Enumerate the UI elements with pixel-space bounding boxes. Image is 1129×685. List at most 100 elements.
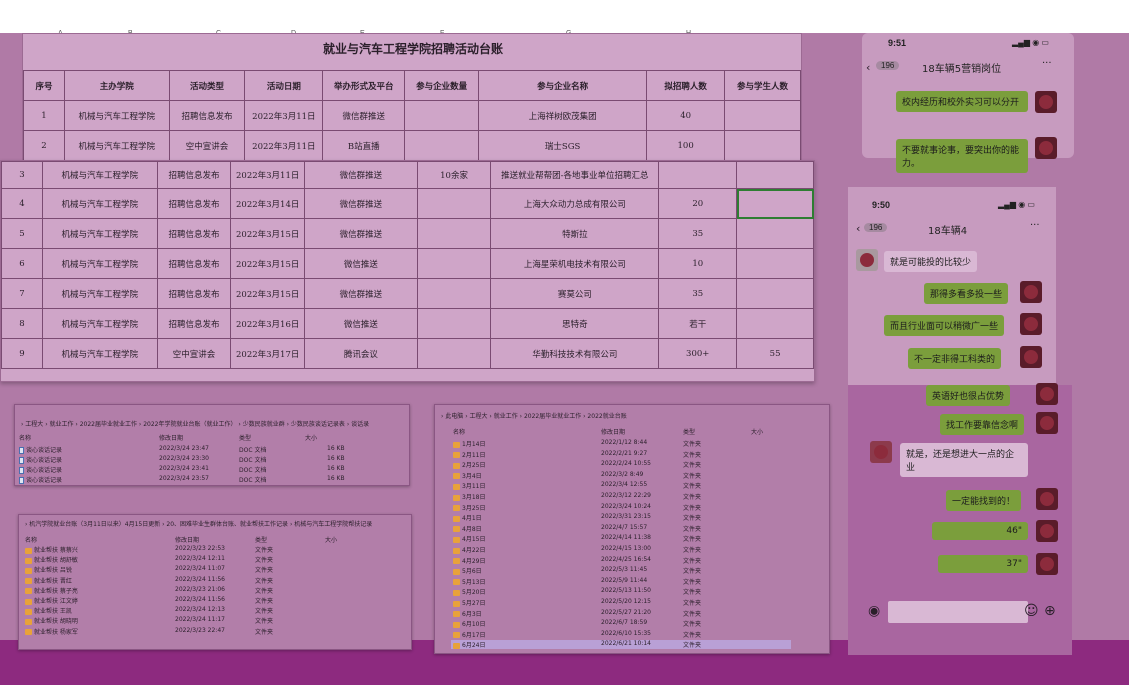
- column-header[interactable]: 大小: [325, 535, 337, 544]
- list-item[interactable]: 3月25日 2022/3/24 10:24 文件夹: [451, 503, 791, 512]
- list-item[interactable]: 就业帮扶 蔡蔡兴 2022/3/23 22:53 文件夹: [25, 545, 405, 554]
- list-item[interactable]: 4月29日 2022/4/25 16:54 文件夹: [451, 556, 791, 565]
- cell[interactable]: 空中宣讲会: [156, 338, 232, 369]
- list-item[interactable]: 3月4日 2022/3/2 8:49 文件夹: [451, 471, 791, 480]
- list-item[interactable]: 5月6日 2022/5/3 11:45 文件夹: [451, 566, 791, 575]
- cell[interactable]: 2022年3月11日: [230, 161, 306, 189]
- back-chevron-icon[interactable]: ‹: [856, 222, 860, 235]
- cell[interactable]: 6: [1, 248, 43, 279]
- list-item[interactable]: 3月11日 2022/3/4 12:55 文件夹: [451, 481, 791, 490]
- cell[interactable]: 2022年3月17日: [230, 338, 306, 369]
- cell[interactable]: 10: [658, 248, 738, 279]
- back-count-badge[interactable]: 196: [864, 223, 888, 232]
- cell[interactable]: 2022年3月14日: [230, 188, 306, 219]
- cell[interactable]: 上海祥树欧茂集团: [478, 100, 648, 131]
- cell[interactable]: 微信群推送: [322, 100, 406, 131]
- back-chevron-icon[interactable]: ‹: [866, 61, 870, 74]
- cell[interactable]: 机械与汽车工程学院: [41, 308, 158, 339]
- cell[interactable]: 机械与汽车工程学院: [41, 188, 158, 219]
- list-item[interactable]: 6月3日 2022/5/27 21:20 文件夹: [451, 609, 791, 618]
- list-item[interactable]: 2月25日 2022/2/24 10:55 文件夹: [451, 460, 791, 469]
- cell[interactable]: 8: [1, 308, 43, 339]
- list-item[interactable]: 就业帮扶 蔡子亮 2022/3/23 21:06 文件夹: [25, 586, 405, 595]
- column-header[interactable]: 名称: [19, 433, 31, 442]
- list-item[interactable]: 就业帮扶 杨家军 2022/3/23 22:47 文件夹: [25, 627, 405, 636]
- cell[interactable]: [416, 248, 492, 279]
- list-item[interactable]: 5月13日 2022/5/9 11:44 文件夹: [451, 577, 791, 586]
- cell[interactable]: 机械与汽车工程学院: [64, 100, 170, 131]
- list-item[interactable]: 4月22日 2022/4/15 13:00 文件夹: [451, 545, 791, 554]
- cell[interactable]: 机械与汽车工程学院: [41, 338, 158, 369]
- cell[interactable]: 35: [658, 278, 738, 309]
- cell[interactable]: [736, 308, 814, 339]
- cell[interactable]: 微信推送: [304, 308, 418, 339]
- cell[interactable]: 55: [736, 338, 814, 369]
- cell[interactable]: 招聘信息发布: [156, 308, 232, 339]
- cell[interactable]: 腾讯会议: [304, 338, 418, 369]
- cell[interactable]: 招聘信息发布: [156, 278, 232, 309]
- voice-message[interactable]: 46": [932, 522, 1028, 540]
- cell[interactable]: [404, 100, 480, 131]
- cell[interactable]: 招聘信息发布: [168, 100, 246, 131]
- cell[interactable]: [416, 278, 492, 309]
- cell[interactable]: 若干: [658, 308, 738, 339]
- cell[interactable]: 机械与汽车工程学院: [41, 218, 158, 249]
- list-item[interactable]: 6月17日 2022/6/10 15:35 文件夹: [451, 630, 791, 639]
- cell[interactable]: 2022年3月11日: [244, 100, 324, 131]
- list-item[interactable]: 就业帮扶 王凯 2022/3/24 12:13 文件夹: [25, 606, 405, 615]
- column-header[interactable]: 类型: [239, 433, 251, 442]
- cell[interactable]: [658, 161, 738, 189]
- cell[interactable]: 4: [1, 188, 43, 219]
- cell[interactable]: 微信群推送: [304, 188, 418, 219]
- cell[interactable]: 2022年3月11日: [244, 130, 324, 161]
- voice-toggle-icon[interactable]: ◉: [868, 603, 880, 619]
- column-header[interactable]: 类型: [683, 427, 695, 436]
- cell[interactable]: 招聘信息发布: [156, 188, 232, 219]
- cell[interactable]: 特斯拉: [490, 218, 660, 249]
- list-item[interactable]: 4月8日 2022/4/7 15:57 文件夹: [451, 524, 791, 533]
- cell[interactable]: 3: [1, 161, 43, 189]
- cell[interactable]: 微信群推送: [304, 161, 418, 189]
- cell[interactable]: 招聘信息发布: [156, 248, 232, 279]
- cell[interactable]: 华勤科技技术有限公司: [490, 338, 660, 369]
- cell[interactable]: [416, 188, 492, 219]
- cell[interactable]: 20: [658, 188, 738, 219]
- list-item[interactable]: 就业帮扶 胡晓明 2022/3/24 11:17 文件夹: [25, 616, 405, 625]
- cell[interactable]: 40: [646, 100, 726, 131]
- cell[interactable]: 空中宣讲会: [168, 130, 246, 161]
- cell[interactable]: 机械与汽车工程学院: [64, 130, 170, 161]
- list-item[interactable]: 6月10日 2022/6/7 18:59 文件夹: [451, 619, 791, 628]
- cell[interactable]: [724, 100, 801, 131]
- column-header[interactable]: 修改日期: [601, 427, 625, 436]
- cell[interactable]: 2022年3月16日: [230, 308, 306, 339]
- cell[interactable]: [416, 338, 492, 369]
- list-item[interactable]: 谈心谈话记录 2022/3/24 23:57 DOC 文档 16 KB: [19, 475, 399, 484]
- cell[interactable]: [416, 308, 492, 339]
- cell[interactable]: 2022年3月15日: [230, 248, 306, 279]
- cell[interactable]: 2: [23, 130, 65, 161]
- add-icon[interactable]: ⊕: [1044, 603, 1056, 619]
- cell[interactable]: 瑞士SGS: [478, 130, 648, 161]
- list-item[interactable]: 2月11日 2022/2/21 9:27 文件夹: [451, 450, 791, 459]
- selected-cell[interactable]: [736, 188, 814, 219]
- cell[interactable]: 2022年3月15日: [230, 278, 306, 309]
- cell[interactable]: [724, 130, 801, 161]
- list-item[interactable]: 5月20日 2022/5/13 11:50 文件夹: [451, 587, 791, 596]
- breadcrumb[interactable]: › 工程大 › 就业工作 › 2022届毕业就业工作 › 2022年学院就业台账…: [21, 419, 369, 428]
- cell[interactable]: 微信推送: [304, 248, 418, 279]
- cell[interactable]: 机械与汽车工程学院: [41, 161, 158, 189]
- cell[interactable]: 7: [1, 278, 43, 309]
- column-header[interactable]: 名称: [25, 535, 37, 544]
- more-icon[interactable]: ···: [1042, 58, 1052, 69]
- cell[interactable]: 招聘信息发布: [156, 218, 232, 249]
- column-header[interactable]: 修改日期: [159, 433, 183, 442]
- cell[interactable]: 推送就业帮帮团-各地事业单位招聘汇总: [490, 161, 660, 189]
- cell[interactable]: 35: [658, 218, 738, 249]
- column-header[interactable]: 大小: [305, 433, 317, 442]
- cell[interactable]: 100: [646, 130, 726, 161]
- cell[interactable]: 上海星荣机电技术有限公司: [490, 248, 660, 279]
- list-item[interactable]: 谈心谈话记录 2022/3/24 23:47 DOC 文档 16 KB: [19, 445, 399, 454]
- cell[interactable]: 上海大众动力总成有限公司: [490, 188, 660, 219]
- cell[interactable]: 300+: [658, 338, 738, 369]
- cell[interactable]: [736, 218, 814, 249]
